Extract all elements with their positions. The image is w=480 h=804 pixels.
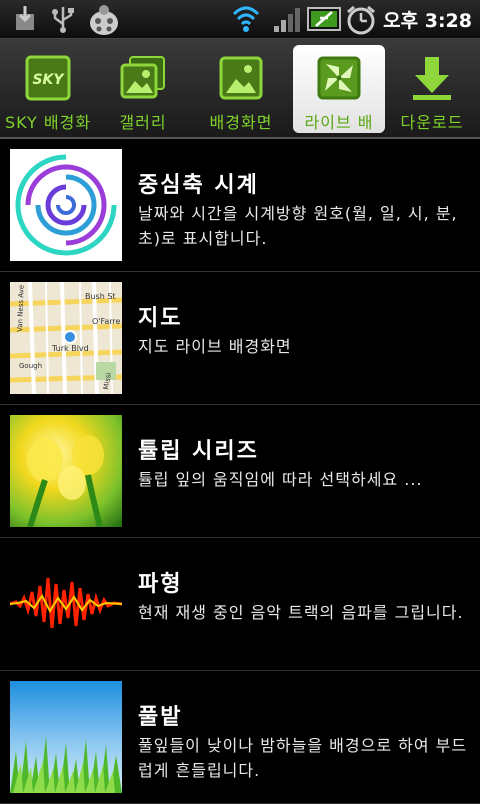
signal-icon <box>274 8 300 32</box>
list-item-grass[interactable]: 풀밭 풀잎들이 낮이나 밤하늘을 배경으로 하여 부드럽게 흔들립니다. <box>0 671 480 804</box>
status-time: 오후 3:28 <box>383 10 472 32</box>
map-label: Turk Blvd <box>51 344 89 353</box>
live-wallpaper-icon <box>317 56 361 100</box>
item-description: 풀잎들이 낮이나 밤하늘을 배경으로 하여 부드럽게 흔들립니다. <box>138 736 468 780</box>
tab-live-wallpaper[interactable]: 라이브 배 <box>293 45 385 133</box>
item-description: 날짜와 시간을 시계방향 원호(월, 일, 시, 분, 초)로 표시합니다. <box>138 204 458 248</box>
item-title: 지도 <box>138 306 183 331</box>
list-item-tulip[interactable]: 튤립 시리즈 튤립 잎의 움직임에 따라 선택하세요 ... <box>0 405 480 538</box>
alarm-icon <box>347 5 375 35</box>
item-description: 현재 재생 중인 음악 트랙의 음파를 그립니다. <box>138 603 464 622</box>
tab-label: 배경화면 <box>209 113 273 132</box>
tab-label: 라이브 배 <box>304 113 374 132</box>
item-title: 튤립 시리즈 <box>138 439 259 464</box>
item-title: 중심축 시계 <box>138 173 259 198</box>
wifi-icon <box>232 6 260 32</box>
list-item-waveform[interactable]: 파형 현재 재생 중인 음악 트랙의 음파를 그립니다. <box>0 538 480 671</box>
tab-label: 다운로드 <box>400 113 464 132</box>
download-icon <box>413 57 451 100</box>
tab-wallpaper[interactable]: 배경화면 <box>195 45 287 133</box>
tab-gallery[interactable]: 갤러리 <box>97 45 189 133</box>
status-bar: 오후 3:28 <box>0 0 480 39</box>
item-description: 튤립 잎의 움직임에 따라 선택하세요 ... <box>138 470 423 489</box>
category-tab-bar: SKY SKY 배경화 갤러리 배경화면 라이브 배 다운로드 <box>0 39 480 139</box>
grass-thumbnail <box>10 681 122 793</box>
map-label: Van Ness Ave <box>16 285 26 332</box>
item-description: 지도 라이브 배경화면 <box>138 337 292 356</box>
waveform-thumbnail <box>10 548 122 660</box>
list-item-map[interactable]: Bush St Van Ness Ave O'Farre Turk Blvd G… <box>0 272 480 405</box>
download-icon <box>16 6 34 30</box>
tab-sky-wallpaper[interactable]: SKY SKY 배경화 <box>2 45 94 133</box>
item-title: 파형 <box>138 572 183 597</box>
tab-download[interactable]: 다운로드 <box>386 45 478 133</box>
list-item-clock[interactable]: 중심축 시계 날짜와 시간을 시계방향 원호(월, 일, 시, 분, 초)로 표… <box>0 139 480 272</box>
battery-icon <box>307 7 341 31</box>
tab-label: 갤러리 <box>119 113 167 132</box>
tulip-thumbnail <box>10 415 122 527</box>
sky-logo-text: SKY <box>32 72 65 88</box>
map-label: O'Farre <box>92 317 121 326</box>
tab-label: SKY 배경화 <box>4 113 92 132</box>
item-title: 풀밭 <box>138 705 183 730</box>
map-thumbnail: Bush St Van Ness Ave O'Farre Turk Blvd G… <box>10 282 122 394</box>
wallpaper-icon <box>219 56 263 100</box>
clock-thumbnail <box>10 149 122 261</box>
gallery-icon <box>120 56 165 99</box>
sky-icon: SKY <box>25 55 71 101</box>
usb-icon <box>52 7 74 33</box>
live-wallpaper-list: 중심축 시계 날짜와 시간을 시계방향 원호(월, 일, 시, 분, 초)로 표… <box>0 139 480 804</box>
ladybug-icon <box>90 5 118 35</box>
map-label: Gough <box>19 362 42 370</box>
map-label: Bush St <box>85 292 116 301</box>
